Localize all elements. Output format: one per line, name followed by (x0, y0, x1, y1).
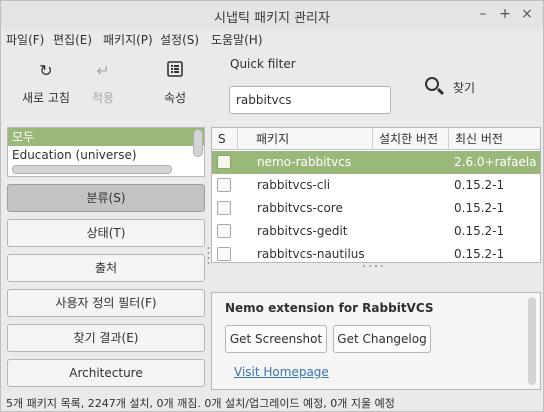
properties-label: 속성 (163, 91, 187, 105)
custom-filters-button[interactable]: 사용자 정의 필터(F) (7, 289, 205, 317)
package-description-title: Nemo extension for RabbitVCS (225, 301, 434, 315)
column-header-installed-version[interactable]: 설치한 버전 (373, 128, 449, 150)
table-row[interactable]: rabbitvcs-nautilus 0.15.2-1 (212, 243, 540, 262)
reload-button[interactable]: ↻ 새로 고침 (16, 61, 76, 117)
window-title: 시냅틱 패키지 관리자 (214, 11, 330, 26)
visit-homepage-link[interactable]: Visit Homepage (234, 365, 329, 379)
status-button[interactable]: 상태(T) (7, 219, 205, 247)
table-row[interactable]: rabbitvcs-cli 0.15.2-1 (212, 174, 540, 197)
latest-version: 0.15.2-1 (454, 201, 505, 215)
close-button[interactable]: × (517, 4, 537, 24)
reload-icon: ↻ (39, 61, 53, 80)
menu-package[interactable]: 패키지(P) (103, 31, 153, 48)
category-list[interactable]: 모두 Education (universe) (7, 127, 205, 177)
apply-label: 적용 (91, 91, 115, 105)
pane-splitter-handle[interactable] (361, 264, 385, 268)
reload-label: 새로 고침 (22, 91, 70, 105)
latest-version: 0.15.2-1 (454, 247, 505, 261)
column-header-package[interactable]: 패키지 (238, 128, 373, 150)
search-label: 찾기 (453, 81, 476, 95)
package-name: rabbitvcs-core (257, 201, 343, 215)
package-name: rabbitvcs-gedit (257, 224, 348, 238)
column-header-latest-version[interactable]: 최신 버전 (449, 128, 540, 150)
table-row[interactable]: rabbitvcs-gedit 0.15.2-1 (212, 220, 540, 243)
row-checkbox[interactable] (217, 224, 231, 238)
properties-button[interactable]: 속성 (145, 61, 205, 117)
quick-filter-input[interactable] (229, 86, 391, 114)
category-item-all[interactable]: 모두 (8, 128, 204, 146)
menu-bar: 파일(F) 편집(E) 패키지(P) 설정(S) 도움말(H) (1, 29, 543, 49)
menu-help[interactable]: 도움말(H) (211, 31, 263, 48)
architecture-button[interactable]: Architecture (7, 359, 205, 387)
row-checkbox[interactable] (217, 155, 231, 169)
minimize-button[interactable]: – (473, 4, 493, 24)
table-row[interactable]: rabbitvcs-core 0.15.2-1 (212, 197, 540, 220)
row-checkbox[interactable] (217, 201, 231, 215)
row-checkbox[interactable] (217, 247, 231, 261)
menu-file[interactable]: 파일(F) (6, 31, 44, 48)
latest-version: 0.15.2-1 (454, 224, 505, 238)
category-item-education[interactable]: Education (universe) (8, 146, 204, 164)
search-results-button[interactable]: 찾기 결과(E) (7, 324, 205, 352)
latest-version: 2.6.0+rafaela (454, 155, 537, 169)
row-checkbox[interactable] (217, 178, 231, 192)
package-description-panel: Nemo extension for RabbitVCS Get Screens… (211, 292, 541, 390)
sections-button[interactable]: 분류(S) (7, 184, 205, 212)
get-changelog-button[interactable]: Get Changelog (333, 325, 431, 353)
category-horizontal-scrollbar[interactable] (12, 165, 172, 174)
search-icon (425, 77, 439, 91)
maximize-button[interactable]: + (495, 4, 515, 24)
app-window: 시냅틱 패키지 관리자 – + × 파일(F) 편집(E) 패키지(P) 설정(… (0, 0, 544, 412)
properties-icon (165, 61, 185, 81)
package-name: rabbitvcs-nautilus (257, 247, 365, 261)
latest-version: 0.15.2-1 (454, 178, 505, 192)
status-bar: 5개 패키지 목록, 2247개 설치, 0개 깨짐. 0개 설치/업그레이드 … (6, 397, 395, 410)
package-name: rabbitvcs-cli (257, 178, 331, 192)
quick-filter-label: Quick filter (230, 57, 296, 71)
column-header-status[interactable]: S (212, 128, 238, 150)
description-scrollbar[interactable] (528, 297, 536, 385)
pane-resize-handle[interactable] (207, 245, 210, 267)
search-button[interactable]: 찾기 (421, 73, 481, 101)
get-screenshot-button[interactable]: Get Screenshot (225, 325, 327, 353)
title-bar: 시냅틱 패키지 관리자 – + × (1, 1, 543, 29)
category-vertical-scrollbar[interactable] (193, 129, 203, 157)
apply-button[interactable]: ↵ 적용 (73, 61, 133, 117)
apply-icon: ↵ (96, 61, 110, 80)
origin-button[interactable]: 출처 (7, 254, 205, 282)
menu-edit[interactable]: 편집(E) (53, 31, 92, 48)
package-table: S 패키지 설치한 버전 최신 버전 nemo-rabbitvcs 2.6.0+… (211, 127, 541, 263)
table-row[interactable]: nemo-rabbitvcs 2.6.0+rafaela (212, 151, 540, 174)
package-name: nemo-rabbitvcs (257, 155, 352, 169)
menu-settings[interactable]: 설정(S) (160, 31, 199, 48)
